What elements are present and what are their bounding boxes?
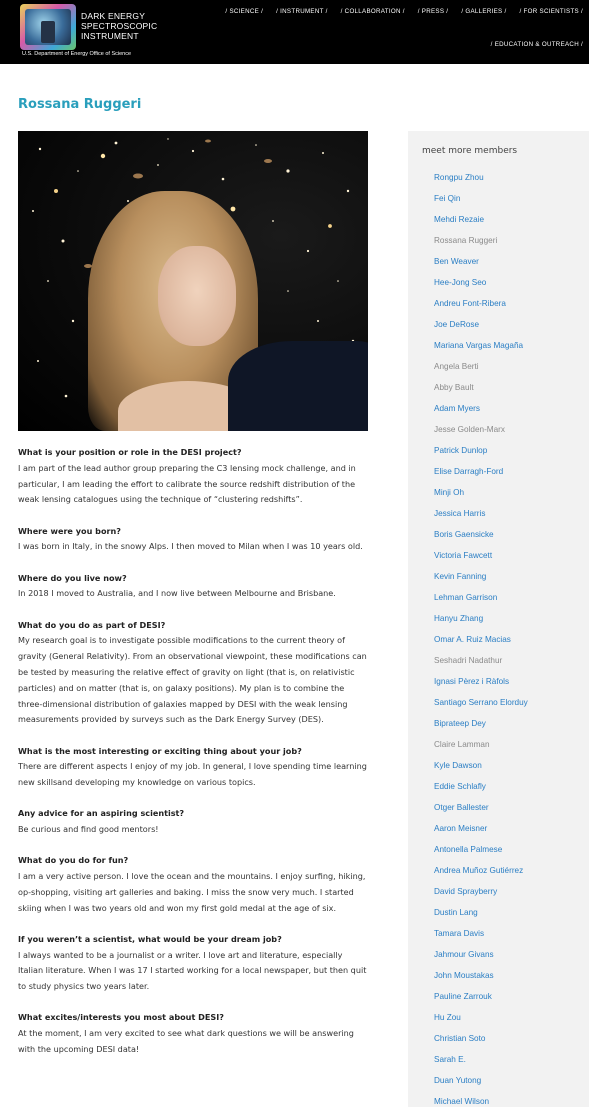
member-current: Abby Bault	[434, 383, 474, 392]
member-current: Jesse Golden-Marx	[434, 425, 505, 434]
member-link[interactable]: Otger Ballester	[434, 802, 528, 823]
member-link[interactable]: Hanyu Zhang	[434, 613, 528, 634]
qa-answer: In 2018 I moved to Australia, and I now …	[18, 588, 336, 599]
member-list: Rongpu Zhou Fei Qin Mehdi Rezaie Rossana Ru…	[434, 172, 528, 1107]
qa-question: What do you do as part of DESI?	[18, 619, 166, 630]
qa-question: Where were you born?	[18, 525, 121, 536]
desi-logo[interactable]: Dark Energy Spectroscopic Instrument U.S…	[20, 4, 157, 60]
nav-instrument[interactable]: / INSTRUMENT /	[276, 8, 328, 15]
nav-science[interactable]: / SCIENCE /	[225, 8, 263, 15]
member-photo	[18, 131, 368, 431]
member-link[interactable]: Jahmour Givans	[434, 949, 528, 970]
member-link[interactable]: Victoria Fawcett	[434, 550, 528, 571]
qa-item: Any advice for an aspiring scientist? Be…	[18, 806, 368, 838]
member-link[interactable]: John Moustakas	[434, 970, 528, 991]
member-link[interactable]: David Sprayberry	[434, 886, 528, 907]
nav-press[interactable]: / PRESS /	[418, 8, 449, 15]
qa-answer: There are different aspects I enjoy of m…	[18, 761, 367, 788]
member-link[interactable]: Dustin Lang	[434, 907, 528, 928]
member-link[interactable]: Tamara Davis	[434, 928, 528, 949]
qa-answer: I am part of the lead author group prepa…	[18, 462, 356, 505]
members-sidebar: meet more members Rongpu Zhou Fei Qin Mehd…	[408, 131, 589, 1107]
member-current: Angela Berti	[434, 362, 479, 371]
member-link[interactable]: Ben Weaver	[434, 256, 528, 277]
qa-item: What do you do as part of DESI? My resea…	[18, 618, 368, 729]
qa-question: Where do you live now?	[18, 572, 127, 583]
qa-item: What is your position or role in the DES…	[18, 445, 368, 508]
qa-question: What excites/interests you most about DE…	[18, 1012, 224, 1023]
member-link[interactable]: Adam Myers	[434, 403, 528, 424]
qa-item: Where do you live now? In 2018 I moved t…	[18, 571, 368, 603]
qa-question: Any advice for an aspiring scientist?	[18, 808, 185, 819]
member-link[interactable]: Hu Zou	[434, 1012, 528, 1033]
member-link[interactable]: Eddie Schlafly	[434, 781, 528, 802]
member-link[interactable]: Michael Wilson	[434, 1096, 528, 1107]
member-link[interactable]: Fei Qin	[434, 193, 528, 214]
member-link[interactable]: Andreu Font-Ribera	[434, 298, 528, 319]
desi-logo-icon	[20, 4, 76, 50]
member-link[interactable]: Aaron Meisner	[434, 823, 528, 844]
member-link[interactable]: Biprateep Dey	[434, 718, 528, 739]
member-link[interactable]: Christian Soto	[434, 1033, 528, 1054]
member-link[interactable]: Boris Gaensicke	[434, 529, 528, 550]
member-link[interactable]: Jessica Harris	[434, 508, 528, 529]
nav-row-secondary: / EDUCATION & OUTREACH /	[478, 41, 583, 48]
member-link[interactable]: Rongpu Zhou	[434, 172, 528, 193]
qa-answer: At the moment, I am very excited to see …	[18, 1028, 354, 1055]
member-link[interactable]: Lehman Garrison	[434, 592, 528, 613]
member-link[interactable]: Santiago Serrano Elorduy	[434, 697, 528, 718]
qa-item: What do you do for fun? I am a very acti…	[18, 853, 368, 916]
member-link[interactable]: Elise Darragh-Ford	[434, 466, 528, 487]
qa-item: What excites/interests you most about DE…	[18, 1010, 368, 1057]
nav-collaboration[interactable]: / COLLABORATION /	[341, 8, 405, 15]
member-link[interactable]: Antonella Palmese	[434, 844, 528, 865]
member-current: Rossana Ruggeri	[434, 236, 498, 245]
qa-question: What is your position or role in the DES…	[18, 447, 242, 457]
member-link[interactable]: Pauline Zarrouk	[434, 991, 528, 1012]
member-link[interactable]: Hee-Jong Seo	[434, 277, 528, 298]
qa-question: What is the most interesting or exciting…	[18, 745, 302, 756]
qa-answer: I am a very active person. I love the oc…	[18, 871, 366, 913]
qa-item: What is the most interesting or exciting…	[18, 744, 368, 791]
nav-row-primary: / SCIENCE / / INSTRUMENT / / COLLABORATI…	[212, 8, 583, 15]
member-link[interactable]: Sarah E.	[434, 1054, 528, 1075]
member-link[interactable]: Patrick Dunlop	[434, 445, 528, 466]
nav-galleries[interactable]: / GALLERIES /	[461, 8, 506, 15]
member-link[interactable]: Minji Oh	[434, 487, 528, 508]
page-title: Rossana Ruggeri	[18, 97, 142, 112]
member-link[interactable]: Omar A. Ruiz Macias	[434, 634, 528, 655]
member-current: Seshadri Nadathur	[434, 656, 503, 665]
member-link[interactable]: Joe DeRose	[434, 319, 528, 340]
qa-answer: I always wanted to be a journalist or a …	[18, 949, 367, 992]
site-header: Dark Energy Spectroscopic Instrument U.S…	[0, 0, 589, 64]
qa-answer: My research goal is to investigate possi…	[18, 635, 367, 725]
sidebar-title: meet more members	[422, 146, 518, 156]
logo-title: Dark Energy Spectroscopic Instrument	[81, 11, 158, 41]
member-link[interactable]: Duan Yutong	[434, 1075, 528, 1096]
logo-subtitle: U.S. Department of Energy Office of Scie…	[22, 51, 132, 57]
member-link[interactable]: Ignasi Pèrez i Ràfols	[434, 676, 528, 697]
qa-question: If you weren’t a scientist, what would b…	[18, 933, 282, 944]
member-link[interactable]: Mariana Vargas Magaña	[434, 340, 528, 361]
member-link[interactable]: Mehdi Rezaie	[434, 214, 528, 235]
qa-answer: I was born in Italy, in the snowy Alps. …	[18, 541, 363, 552]
qa-answer: Be curious and find good mentors!	[18, 824, 159, 835]
qa-item: Where were you born? I was born in Italy…	[18, 524, 368, 556]
interview-qa: What is your position or role in the DES…	[18, 445, 368, 1073]
qa-item: If you weren’t a scientist, what would b…	[18, 932, 368, 995]
qa-question: What do you do for fun?	[18, 855, 129, 866]
nav-education-outreach[interactable]: / EDUCATION & OUTREACH /	[491, 41, 583, 48]
member-link[interactable]: Andrea Muñoz Gutiérrez	[434, 865, 528, 886]
member-link[interactable]: Kevin Fanning	[434, 571, 528, 592]
member-link[interactable]: Kyle Dawson	[434, 760, 528, 781]
nav-for-scientists[interactable]: / FOR SCIENTISTS /	[520, 8, 584, 15]
member-current: Claire Lamman	[434, 740, 490, 749]
